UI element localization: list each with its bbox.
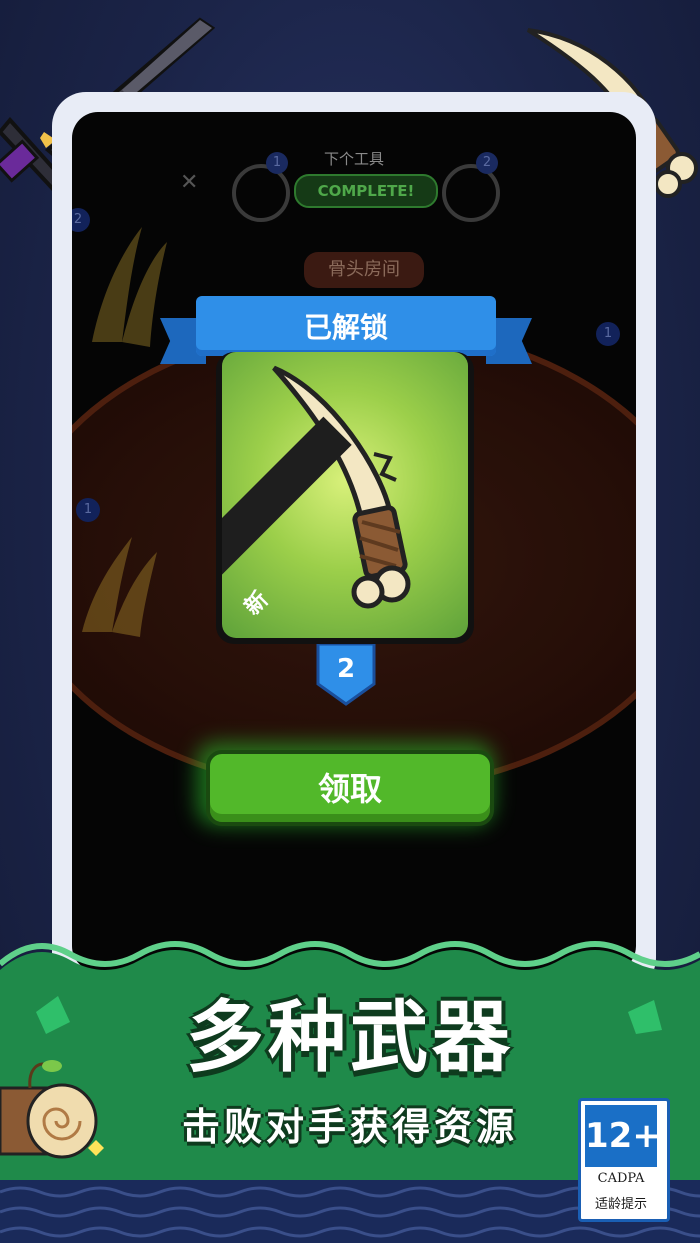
claw-icon [82, 537, 157, 637]
weapon-card: 新 [216, 352, 474, 644]
unlocked-ribbon: 已解锁 [160, 296, 532, 364]
weapon-level: 2 [336, 654, 356, 684]
close-icon[interactable]: ✕ [180, 170, 198, 195]
weapon-card-face: 新 [222, 352, 468, 638]
age-rating-badge: 12+ CADPA 适龄提示 [578, 1098, 670, 1222]
ring-badge-left: 1 [266, 152, 288, 174]
claw-icon [92, 227, 167, 347]
side-badge-3: 1 [76, 498, 100, 522]
age-rating-value: 12+ [585, 1105, 661, 1167]
age-rating-org: CADPA [597, 1171, 645, 1186]
ribbon-title: 已解锁 [303, 311, 388, 344]
age-rating-label: 适龄提示 [594, 1197, 647, 1212]
claim-button[interactable]: 领取 [206, 750, 494, 826]
room-name: 骨头房间 [304, 252, 424, 288]
complete-status: COMPLETE! [294, 174, 438, 208]
side-badge-2: 1 [596, 322, 620, 346]
promo-title: 多种武器 [185, 993, 514, 1083]
promo-subtitle: 击败对手获得资源 [181, 1105, 518, 1149]
claim-button-label: 领取 [317, 770, 382, 808]
ring-badge-right: 2 [476, 152, 498, 174]
next-tool-label: 下个工具 [323, 150, 384, 168]
